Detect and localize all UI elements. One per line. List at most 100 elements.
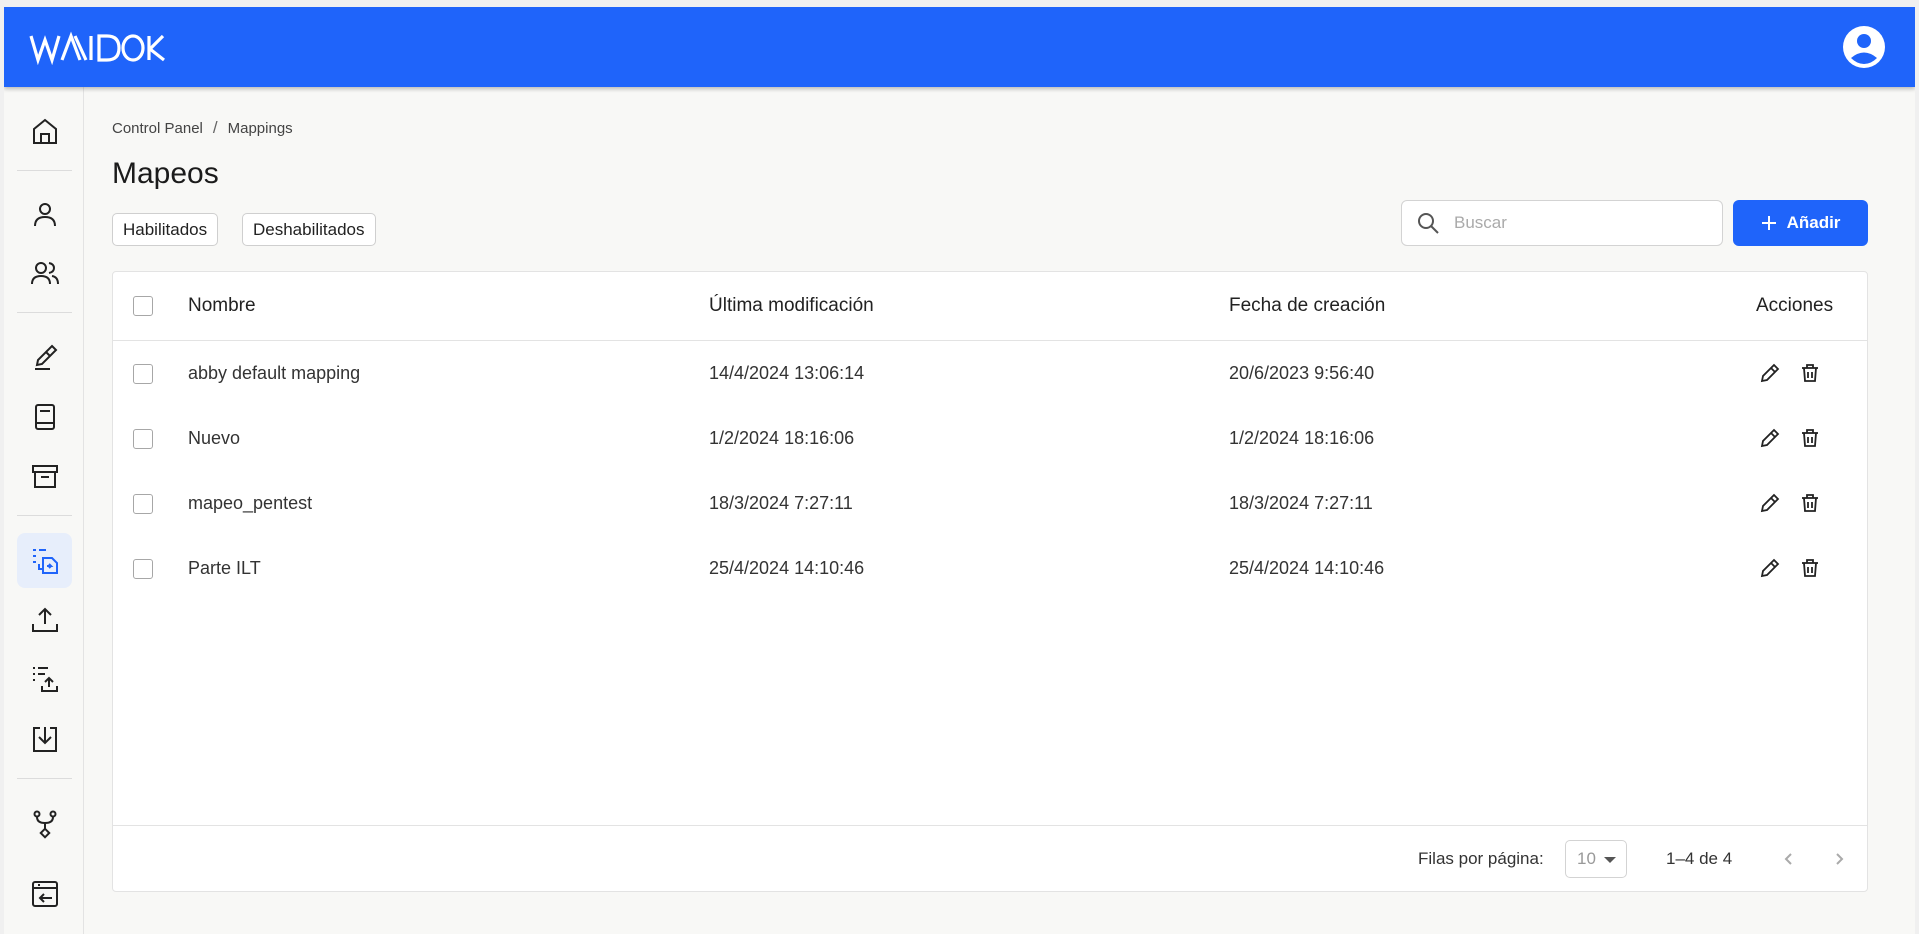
row-created: 18/3/2024 7:27:11 [1229, 493, 1373, 513]
sidebar-item-upload[interactable] [17, 592, 72, 647]
table-row[interactable]: mapeo_pentest 18/3/2024 7:27:11 18/3/202… [113, 471, 1867, 536]
caret-down-icon [1604, 857, 1616, 863]
sidebar-item-archive[interactable] [17, 448, 72, 503]
table-row[interactable]: Nuevo 1/2/2024 18:16:06 1/2/2024 18:16:0… [113, 406, 1867, 471]
table-header: Nombre Última modificación Fecha de crea… [113, 272, 1867, 341]
table-row[interactable]: abby default mapping 14/4/2024 13:06:14 … [113, 341, 1867, 406]
sidebar-item-mappings[interactable] [17, 533, 72, 588]
add-button-label: Añadir [1786, 213, 1841, 232]
edit-button[interactable] [1757, 360, 1783, 386]
sidebar-divider [17, 170, 72, 171]
edit-button[interactable] [1757, 425, 1783, 451]
delete-button[interactable] [1797, 360, 1823, 386]
workflow-icon [33, 810, 56, 839]
sidebar-item-list-upload[interactable] [17, 651, 72, 706]
row-modified: 14/4/2024 13:06:14 [709, 363, 865, 383]
pencil-icon [1760, 493, 1780, 513]
sidebar-item-edit-document[interactable] [17, 329, 72, 384]
edit-button[interactable] [1757, 555, 1783, 581]
trash-icon [1802, 559, 1818, 577]
column-header-modified[interactable]: Última modificación [709, 272, 874, 340]
window-export-icon [31, 880, 58, 907]
row-name: Parte ILT [188, 558, 261, 578]
breadcrumb-current: Mappings [227, 119, 293, 137]
sidebar-divider [17, 312, 72, 313]
filter-enabled-chip[interactable]: Habilitados [112, 213, 219, 246]
sidebar-item-download[interactable] [17, 711, 72, 766]
trash-icon [1802, 364, 1818, 382]
next-page-button[interactable] [1825, 845, 1853, 873]
app-frame: Control Panel / Mappings Mapeos Habilita… [4, 7, 1915, 934]
row-checkbox[interactable] [133, 558, 153, 579]
select-all-checkbox[interactable] [133, 296, 153, 316]
column-header-name[interactable]: Nombre [188, 272, 256, 340]
waidok-logo[interactable] [29, 31, 175, 67]
search-input[interactable] [1454, 213, 1704, 233]
main-content: Control Panel / Mappings Mapeos Habilita… [112, 87, 1892, 934]
row-name: mapeo_pentest [188, 493, 313, 513]
document-edit-icon [34, 344, 57, 370]
archive-icon [31, 464, 58, 488]
download-icon [32, 726, 57, 752]
table-row[interactable]: Parte ILT 25/4/2024 14:10:46 25/4/2024 1… [113, 536, 1867, 601]
row-name: Nuevo [188, 428, 241, 448]
delete-button[interactable] [1797, 555, 1823, 581]
filter-disabled-chip[interactable]: Deshabilitados [242, 213, 376, 246]
sidebar-divider [17, 778, 72, 779]
account-circle-icon [1843, 26, 1885, 68]
pencil-icon [1760, 558, 1780, 578]
row-checkbox[interactable] [133, 363, 153, 384]
upload-icon [31, 607, 58, 632]
sidebar-item-export[interactable] [17, 866, 72, 921]
top-bar [4, 7, 1915, 87]
delete-button[interactable] [1797, 490, 1823, 516]
account-button[interactable] [1841, 24, 1887, 70]
sidebar-item-user[interactable] [17, 186, 72, 241]
table-pagination: Filas por página: 10 1–4 de 4 [113, 825, 1867, 892]
sidebar-item-workflow[interactable] [17, 796, 72, 851]
chevron-left-icon [1784, 853, 1792, 865]
sidebar-item-book[interactable] [17, 389, 72, 444]
row-created: 1/2/2024 18:16:06 [1229, 428, 1375, 448]
sidebar-divider [17, 515, 72, 516]
row-created: 20/6/2023 9:56:40 [1229, 363, 1375, 383]
users-icon [30, 261, 59, 284]
user-icon [33, 202, 56, 226]
trash-icon [1802, 429, 1818, 447]
pencil-icon [1760, 428, 1780, 448]
row-checkbox[interactable] [133, 493, 153, 514]
row-checkbox-cell [113, 406, 173, 471]
pagination-range: 1–4 de 4 [1666, 849, 1733, 868]
home-icon [32, 118, 57, 144]
search-icon [1418, 213, 1439, 234]
row-checkbox[interactable] [133, 428, 153, 449]
row-checkbox-cell [113, 341, 173, 406]
breadcrumb-separator: / [212, 118, 218, 137]
column-header-created[interactable]: Fecha de creación [1229, 272, 1385, 340]
row-modified: 18/3/2024 7:27:11 [709, 493, 853, 513]
sidebar-item-users[interactable] [17, 245, 72, 300]
rows-per-page-select[interactable]: 10 [1565, 840, 1627, 878]
add-button[interactable]: Añadir [1733, 200, 1868, 246]
mapping-icon [32, 548, 58, 574]
delete-button[interactable] [1797, 425, 1823, 451]
search-box [1401, 200, 1723, 246]
row-name: abby default mapping [188, 363, 361, 383]
header-checkbox-cell [113, 272, 173, 340]
mappings-table: Nombre Última modificación Fecha de crea… [112, 271, 1868, 892]
previous-page-button[interactable] [1775, 845, 1803, 873]
row-checkbox-cell [113, 471, 173, 536]
chevron-right-icon [1836, 853, 1844, 865]
edit-button[interactable] [1757, 490, 1783, 516]
sidebar-item-home[interactable] [17, 103, 72, 158]
row-created: 25/4/2024 14:10:46 [1229, 558, 1385, 578]
book-icon [34, 403, 55, 430]
breadcrumb: Control Panel / Mappings [112, 118, 293, 138]
breadcrumb-control-panel[interactable]: Control Panel [112, 120, 203, 137]
list-upload-icon [32, 666, 58, 692]
rows-per-page-label: Filas por página: [1418, 849, 1544, 868]
pencil-icon [1760, 363, 1780, 383]
page-title: Mapeos [112, 157, 219, 190]
column-header-actions: Acciones [1756, 295, 1834, 316]
row-checkbox-cell [113, 536, 173, 601]
